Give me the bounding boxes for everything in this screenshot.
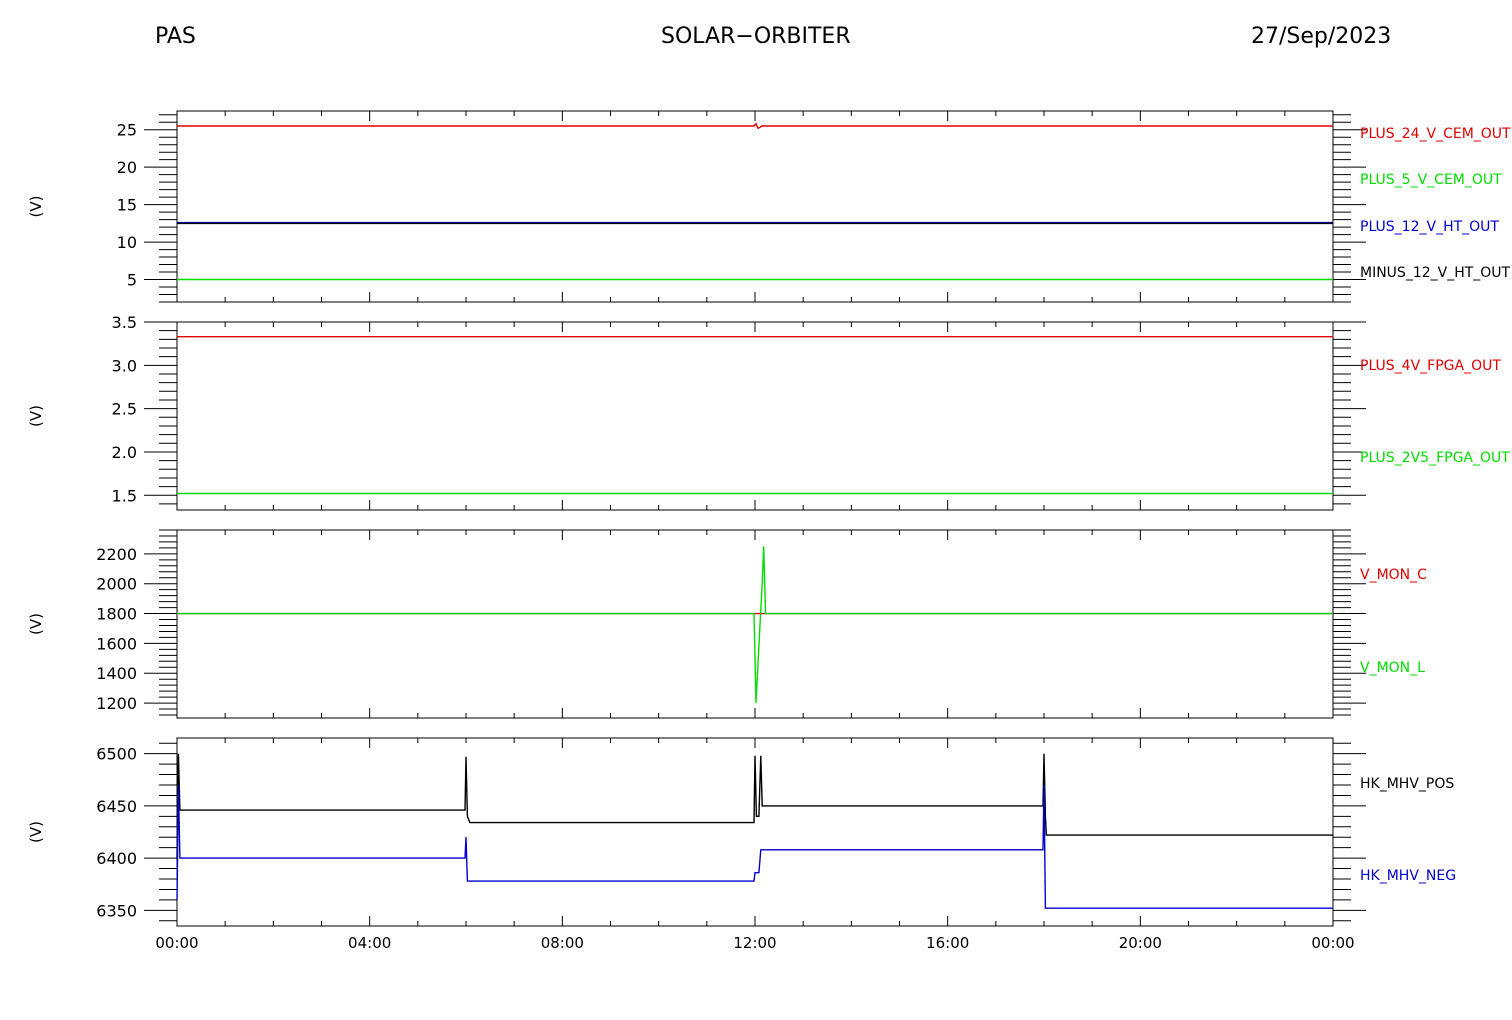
panel-1-ytick-label: 5: [127, 271, 137, 290]
xtick-label: 16:00: [926, 934, 969, 952]
panel-3-ytick-label: 2000: [96, 575, 137, 594]
panel-2-ytick-label: 3.0: [112, 356, 137, 375]
xtick-label: 08:00: [541, 934, 584, 952]
panel-1-ytick-label: 25: [117, 121, 137, 140]
panel-3-ytick-label: 2200: [96, 545, 137, 564]
panel-1-ytick-label: 20: [117, 158, 137, 177]
panel-2-ylabel: (V): [27, 405, 45, 427]
housekeeping-chart: 5 10 15 20 25 (V) PLUS_24_V_CEM_OUT PLUS_5_V_CE…: [27, 110, 1511, 952]
panel-1-ytick-label: 15: [117, 196, 137, 215]
panel-2-frame: [176, 321, 1334, 511]
panel-2-ytick-label: 3.5: [112, 313, 137, 332]
panel-3-ytick-label: 1200: [96, 694, 137, 713]
legend-plus-4v-fpga-out: PLUS_4V_FPGA_OUT: [1360, 358, 1501, 374]
panel-3-ytick-label: 1800: [96, 605, 137, 624]
panel-3-ytick-label: 1400: [96, 664, 137, 683]
xtick-label: 00:00: [1311, 934, 1354, 952]
panel-4-ytick-label: 6350: [96, 901, 137, 920]
panel-2-ytick-label: 2.5: [112, 400, 137, 419]
xtick-label: 12:00: [733, 934, 776, 952]
panel-1-ytick-label: 10: [117, 233, 137, 252]
panel-2-ytick-label: 2.0: [112, 443, 137, 462]
panel-1-frame: [176, 110, 1334, 303]
legend-hk-mhv-neg: HK_MHV_NEG: [1360, 868, 1456, 884]
xtick-label: 00:00: [155, 934, 198, 952]
series-line-plus-24-v-cem-out: [177, 122, 1333, 130]
panel-4-ytick-label: 6500: [96, 745, 137, 764]
legend-plus-12-v-ht-out: PLUS_12_V_HT_OUT: [1360, 219, 1499, 235]
legend-v-mon-c: V_MON_C: [1360, 567, 1427, 583]
xtick-label: 20:00: [1119, 934, 1162, 952]
panel-4-ytick-label: 6400: [96, 849, 137, 868]
legend-plus-2v5-fpga-out: PLUS_2V5_FPGA_OUT: [1360, 450, 1510, 466]
legend-plus-5-v-cem-out: PLUS_5_V_CEM_OUT: [1360, 172, 1502, 188]
panel-4-ytick-label: 6450: [96, 797, 137, 816]
panel-4-ylabel: (V): [27, 821, 45, 843]
panel-3-ytick-label: 1600: [96, 634, 137, 653]
series-line-v-mon-l: [177, 546, 1333, 704]
panel-2-ytick-label: 1.5: [112, 486, 137, 505]
panel-1-ylabel: (V): [27, 196, 45, 218]
legend-minus-12-v-ht-out: MINUS_12_V_HT_OUT: [1360, 265, 1511, 281]
series-line-hk-mhv-pos: [176, 753, 1333, 859]
legend-v-mon-l: V_MON_L: [1360, 660, 1425, 676]
series-line-hk-mhv-neg: [176, 784, 1333, 909]
panel-3-ylabel: (V): [27, 613, 45, 635]
panel-3-frame: [176, 529, 1334, 719]
xtick-label: 04:00: [348, 934, 391, 952]
legend-hk-mhv-pos: HK_MHV_POS: [1360, 776, 1454, 792]
legend-plus-24-v-cem-out: PLUS_24_V_CEM_OUT: [1360, 126, 1511, 142]
